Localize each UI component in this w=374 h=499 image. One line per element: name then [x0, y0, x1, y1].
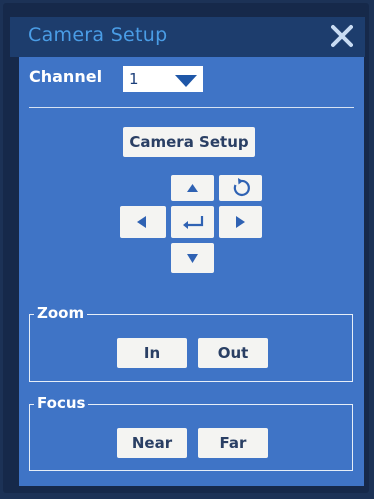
chevron-down-icon [174, 73, 198, 92]
focus-label: Focus [34, 394, 89, 412]
rotate-button[interactable] [219, 175, 262, 201]
divider [29, 107, 354, 108]
camera-setup-panel: Channel 1 Camera Setup Zoom In Out Focus… [19, 57, 364, 486]
zoom-label: Zoom [34, 304, 88, 322]
focus-group: Focus Near Far [29, 394, 353, 471]
channel-label: Channel [29, 67, 103, 86]
title-bar: Camera Setup [10, 17, 365, 57]
camera-setup-button[interactable]: Camera Setup [123, 127, 255, 157]
channel-select-value: 1 [129, 70, 139, 88]
zoom-out-button[interactable]: Out [198, 338, 268, 368]
pan-down-button[interactable] [171, 243, 214, 273]
zoom-group: Zoom In Out [29, 304, 353, 382]
close-icon[interactable] [331, 24, 353, 48]
zoom-in-button[interactable]: In [117, 338, 187, 368]
focus-far-button[interactable]: Far [198, 428, 268, 458]
channel-select[interactable]: 1 [123, 66, 203, 92]
enter-button[interactable] [171, 206, 214, 238]
pan-left-button[interactable] [120, 206, 166, 238]
window-title: Camera Setup [28, 24, 168, 46]
pan-up-button[interactable] [171, 175, 214, 201]
focus-near-button[interactable]: Near [117, 428, 187, 458]
pan-right-button[interactable] [219, 206, 262, 238]
